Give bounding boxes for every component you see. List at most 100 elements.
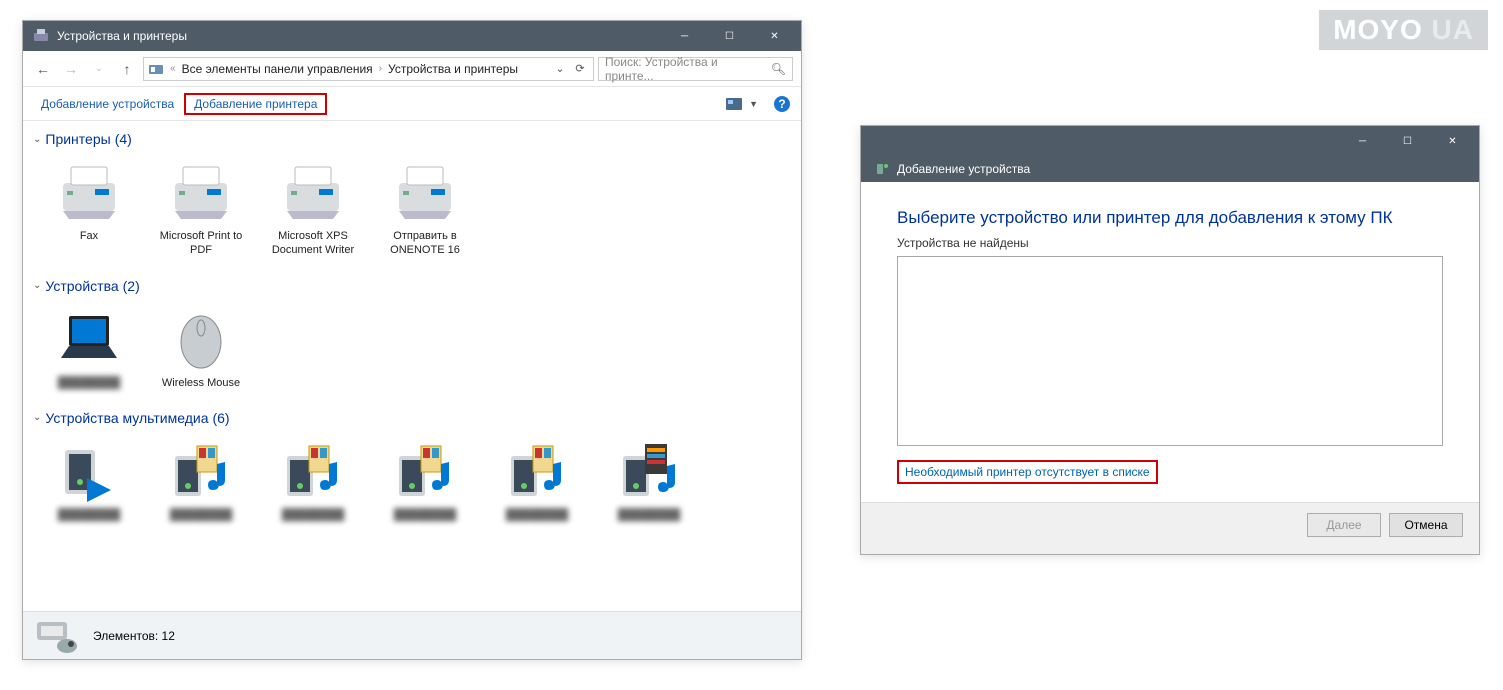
media-device-icon: [505, 440, 569, 504]
media-item-3[interactable]: ████████: [257, 436, 369, 526]
close-button[interactable]: ✕: [752, 21, 797, 51]
close-button[interactable]: ✕: [1430, 126, 1475, 156]
chevron-icon: ›: [379, 63, 382, 74]
search-input[interactable]: Поиск: Устройства и принте... 🔍︎: [598, 57, 793, 81]
item-label: Wireless Mouse: [162, 376, 240, 390]
watermark-logo: MOYO UA: [1319, 10, 1488, 50]
printer-item-fax[interactable]: Fax: [33, 157, 145, 262]
control-panel-icon: [148, 61, 164, 77]
address-dropdown[interactable]: ⌄: [551, 62, 569, 75]
fax-icon: [57, 161, 121, 225]
search-icon[interactable]: 🔍︎: [771, 62, 786, 76]
status-text: Элементов: 12: [93, 629, 175, 643]
view-icon: [725, 96, 747, 112]
watermark-text-1: MOYO: [1333, 14, 1423, 45]
breadcrumb-seg-2[interactable]: Устройства и принтеры: [388, 62, 518, 76]
item-label: ████████: [394, 508, 456, 522]
help-icon: ?: [773, 95, 791, 113]
dialog-buttons: Далее Отмена: [861, 502, 1479, 546]
view-options-button[interactable]: ▼: [720, 93, 763, 115]
add-printer-button[interactable]: Добавление принтера: [184, 93, 327, 115]
group-name: Принтеры: [45, 131, 110, 147]
item-label: ████████: [170, 508, 232, 522]
forward-button[interactable]: →: [59, 57, 83, 81]
add-device-dialog: ─ ☐ ✕ Добавление устройства Выберите уст…: [860, 125, 1480, 555]
chevron-down-icon: ⌄: [33, 412, 41, 423]
chevron-down-icon: ⌄: [33, 134, 41, 145]
toolbar: Добавление устройства Добавление принтер…: [23, 87, 801, 121]
media-device-icon: [617, 440, 681, 504]
media-item-5[interactable]: ████████: [481, 436, 593, 526]
maximize-button[interactable]: ☐: [707, 21, 752, 51]
history-dropdown[interactable]: ⌄: [87, 57, 111, 81]
next-button[interactable]: Далее: [1307, 513, 1381, 537]
up-button[interactable]: ↑: [115, 57, 139, 81]
back-button[interactable]: ←: [31, 57, 55, 81]
item-label: ████████: [618, 508, 680, 522]
titlebar[interactable]: Устройства и принтеры ─ ☐ ✕: [23, 21, 801, 51]
dialog-body: Выберите устройство или принтер для доба…: [861, 182, 1479, 502]
item-label: Microsoft XPS Document Writer: [263, 229, 363, 258]
cancel-button[interactable]: Отмена: [1389, 513, 1463, 537]
media-device-icon: [281, 440, 345, 504]
group-printers-header[interactable]: ⌄ Принтеры (4): [33, 125, 791, 151]
item-label: ████████: [58, 508, 120, 522]
item-label: Отправить в ONENOTE 16: [375, 229, 475, 258]
dialog-message: Устройства не найдены: [897, 236, 1443, 250]
group-count: (2): [123, 278, 140, 294]
media-item-6[interactable]: ████████: [593, 436, 705, 526]
minimize-button[interactable]: ─: [1340, 126, 1385, 156]
device-item-laptop[interactable]: ████████: [33, 304, 145, 394]
devices-items: ████████ Wireless Mouse: [33, 298, 791, 404]
printer-item-pdf[interactable]: Microsoft Print to PDF: [145, 157, 257, 262]
item-label: ████████: [58, 376, 120, 390]
dialog-subtitle-bar: Добавление устройства: [861, 156, 1479, 182]
content-area: ⌄ Принтеры (4) Fax Microsoft Print to PD…: [23, 121, 801, 611]
item-label: ████████: [506, 508, 568, 522]
media-item-4[interactable]: ████████: [369, 436, 481, 526]
group-name: Устройства мультимедиа: [45, 410, 208, 426]
minimize-button[interactable]: ─: [662, 21, 707, 51]
printer-icon: [393, 161, 457, 225]
dialog-titlebar[interactable]: ─ ☐ ✕: [861, 126, 1479, 156]
printer-item-onenote[interactable]: Отправить в ONENOTE 16: [369, 157, 481, 262]
navigation-bar: ← → ⌄ ↑ « Все элементы панели управления…: [23, 51, 801, 87]
device-icon: [875, 162, 889, 176]
group-multimedia-header[interactable]: ⌄ Устройства мультимедиа (6): [33, 404, 791, 430]
chevron-icon: «: [170, 63, 176, 74]
group-devices-header[interactable]: ⌄ Устройства (2): [33, 272, 791, 298]
device-list[interactable]: [897, 256, 1443, 446]
media-item-2[interactable]: ████████: [145, 436, 257, 526]
printer-not-listed-link[interactable]: Необходимый принтер отсутствует в списке: [901, 463, 1154, 481]
search-placeholder: Поиск: Устройства и принте...: [605, 55, 765, 83]
laptop-icon: [57, 308, 121, 372]
group-count: (4): [115, 131, 132, 147]
help-button[interactable]: ?: [773, 95, 791, 113]
group-count: (6): [212, 410, 229, 426]
device-item-mouse[interactable]: Wireless Mouse: [145, 304, 257, 394]
address-bar[interactable]: « Все элементы панели управления › Устро…: [143, 57, 594, 81]
dialog-subtitle: Добавление устройства: [897, 162, 1030, 176]
printer-icon: [281, 161, 345, 225]
multimedia-items: ████████ ████████ ████████ ████████ ████…: [33, 430, 791, 536]
add-device-button[interactable]: Добавление устройства: [33, 93, 182, 115]
devices-icon: [33, 616, 81, 656]
chevron-down-icon: ▼: [749, 99, 758, 109]
media-device-icon: [169, 440, 233, 504]
media-item-1[interactable]: ████████: [33, 436, 145, 526]
breadcrumb-seg-1[interactable]: Все элементы панели управления: [182, 62, 373, 76]
mouse-icon: [169, 308, 233, 372]
printer-item-xps[interactable]: Microsoft XPS Document Writer: [257, 157, 369, 262]
media-server-icon: [57, 440, 121, 504]
maximize-button[interactable]: ☐: [1385, 126, 1430, 156]
window-title: Устройства и принтеры: [57, 29, 662, 43]
refresh-button[interactable]: ⟳: [571, 62, 589, 75]
printer-icon: [169, 161, 233, 225]
printers-items: Fax Microsoft Print to PDF Microsoft XPS…: [33, 151, 791, 272]
item-label: Microsoft Print to PDF: [151, 229, 251, 258]
item-label: Fax: [80, 229, 98, 243]
item-label: ████████: [282, 508, 344, 522]
svg-text:?: ?: [778, 97, 785, 111]
chevron-down-icon: ⌄: [33, 280, 41, 291]
dialog-heading: Выберите устройство или принтер для доба…: [897, 208, 1443, 228]
